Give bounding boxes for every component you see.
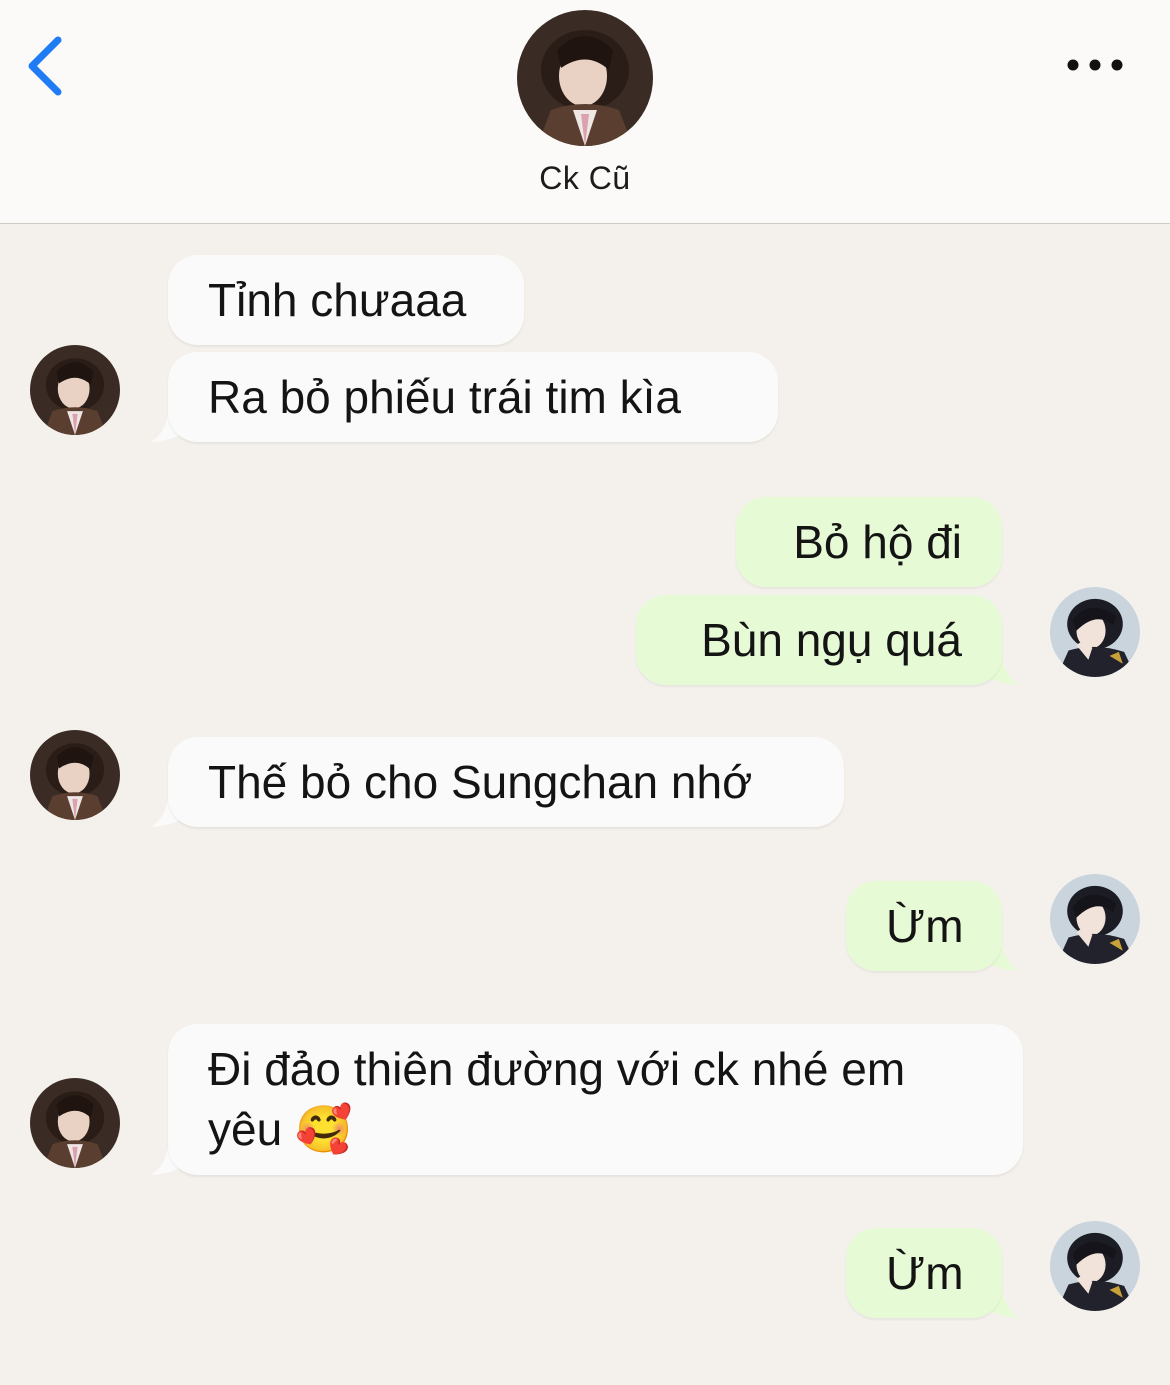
message-text: Ừm	[886, 900, 964, 952]
outgoing-message[interactable]: Bỏ hộ đi	[736, 497, 1002, 587]
my-avatar[interactable]	[1050, 1221, 1140, 1311]
message-text: Ừm	[886, 1247, 964, 1299]
my-avatar[interactable]	[1050, 874, 1140, 964]
contact-avatar-small[interactable]	[30, 730, 120, 820]
incoming-message[interactable]: Tỉnh chưaaa	[168, 255, 524, 345]
outgoing-message[interactable]: Ừm	[846, 1228, 1002, 1318]
my-avatar[interactable]	[1050, 587, 1140, 677]
message-text: Ra bỏ phiếu trái tim kìa	[208, 371, 682, 423]
outgoing-message[interactable]: Bùn ngụ quá	[636, 595, 1002, 685]
chevron-left-icon	[28, 36, 62, 96]
message-text: Thế bỏ cho Sungchan nhớ	[208, 756, 753, 808]
contact-avatar-small[interactable]	[30, 1078, 120, 1168]
incoming-message[interactable]: Ra bỏ phiếu trái tim kìa	[168, 352, 778, 442]
message-text: Bỏ hộ đi	[793, 516, 962, 568]
message-text: Tỉnh chưaaa	[208, 274, 467, 326]
message-text: Đi đảo thiên đường với ck nhé em yêu 🥰	[208, 1043, 906, 1155]
outgoing-message[interactable]: Ừm	[846, 881, 1002, 971]
chat-header: Ck Cũ	[0, 0, 1170, 224]
more-options-button[interactable]	[1060, 45, 1130, 85]
message-text: Bùn ngụ quá	[701, 614, 962, 666]
contact-avatar-small[interactable]	[30, 345, 120, 435]
back-button[interactable]	[18, 30, 78, 100]
contact-name[interactable]: Ck Cũ	[0, 160, 1170, 197]
contact-avatar[interactable]	[517, 10, 653, 146]
incoming-message[interactable]: Thế bỏ cho Sungchan nhớ	[168, 737, 844, 827]
more-horizontal-icon	[1067, 59, 1123, 71]
incoming-message[interactable]: Đi đảo thiên đường với ck nhé em yêu 🥰	[168, 1024, 1023, 1175]
